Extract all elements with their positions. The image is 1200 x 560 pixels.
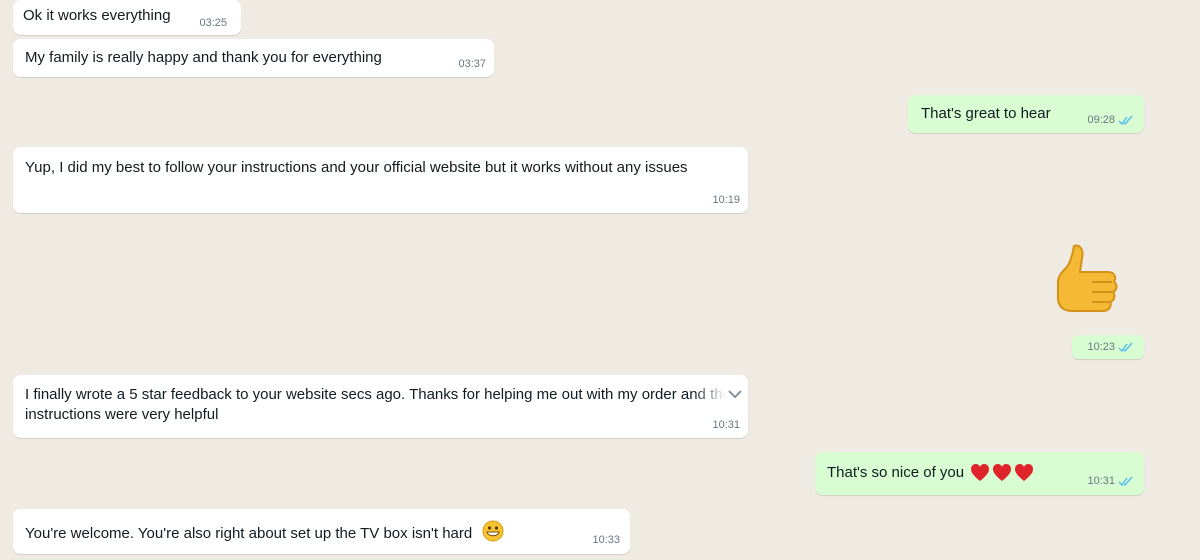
message-meta-bubble[interactable]: 10:23 <box>1072 335 1144 359</box>
message-time: 10:19 <box>712 194 740 206</box>
message-text: My family is really happy and thank you … <box>25 49 382 66</box>
message-text: You're welcome. You're also right about … <box>25 525 473 542</box>
red-heart-icons <box>968 464 1034 482</box>
thumbs-up-emoji-icon <box>1040 240 1124 320</box>
double-check-icon <box>1118 115 1134 126</box>
message-bubble-incoming[interactable]: Ok it works everything 03:25 <box>13 0 241 35</box>
message-text: That's great to hear <box>921 105 1051 122</box>
message-meta: 10:23 <box>1087 340 1134 355</box>
double-check-icon <box>1118 342 1134 353</box>
message-meta: 10:31 <box>1087 474 1134 489</box>
red-heart-icon <box>971 464 990 482</box>
message-text: Ok it works everything <box>23 7 171 24</box>
message-text: I finally wrote a 5 star feedback to you… <box>25 386 731 423</box>
message-time: 09:28 <box>1087 114 1115 126</box>
red-heart-icon <box>1015 464 1034 482</box>
message-text: That's so nice of you <box>827 464 965 481</box>
message-bubble-incoming[interactable]: I finally wrote a 5 star feedback to you… <box>13 375 748 438</box>
message-bubble-outgoing[interactable]: That's great to hear 09:28 <box>908 95 1144 133</box>
message-time: 10:23 <box>1087 341 1115 353</box>
message-bubble-outgoing[interactable]: That's so nice of you 10:31 <box>815 452 1144 495</box>
message-meta: 09:28 <box>1087 113 1134 128</box>
message-bubble-incoming[interactable]: Yup, I did my best to follow your instru… <box>13 147 748 213</box>
message-bubble-incoming[interactable]: You're welcome. You're also right about … <box>13 509 630 554</box>
chevron-down-icon[interactable] <box>728 385 742 405</box>
message-bubble-incoming[interactable]: My family is really happy and thank you … <box>13 39 494 77</box>
message-time: 10:33 <box>592 534 620 546</box>
red-heart-icon <box>993 464 1012 482</box>
grinning-face-icon <box>482 520 504 542</box>
chat-pane: Ok it works everything 03:25 My family i… <box>0 0 1200 560</box>
message-time: 10:31 <box>1087 475 1115 487</box>
message-time: 03:37 <box>458 58 486 70</box>
message-time: 10:31 <box>712 419 740 431</box>
message-time: 03:25 <box>199 17 227 29</box>
message-text: Yup, I did my best to follow your instru… <box>25 159 688 176</box>
double-check-icon <box>1118 476 1134 487</box>
